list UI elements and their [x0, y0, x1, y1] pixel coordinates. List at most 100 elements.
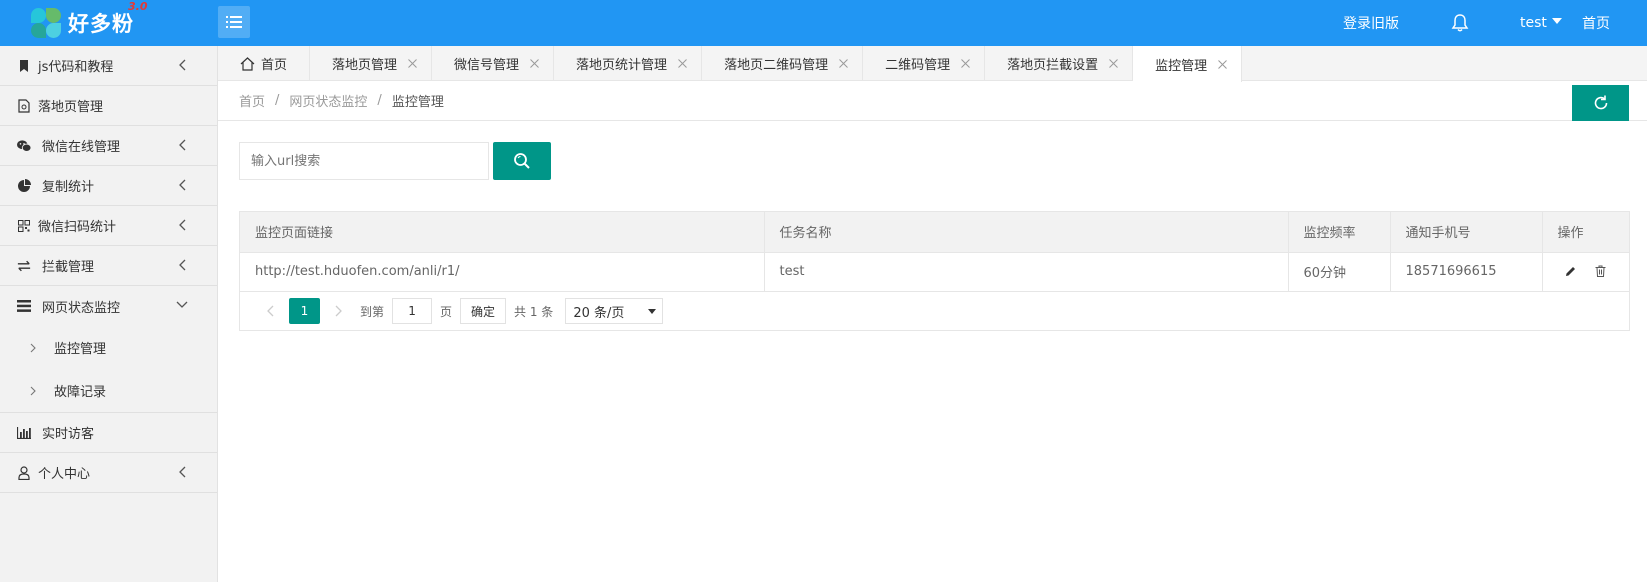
column-header-phone[interactable]: 通知手机号	[1390, 212, 1543, 253]
home-icon	[240, 56, 256, 72]
sidebar-subitem-monitor-manage[interactable]: 监控管理	[0, 326, 217, 369]
tab-label: 落地页拦截设置	[1007, 58, 1099, 73]
sidebar-item-label: 实时访客	[42, 427, 95, 442]
breadcrumb: 首页 / 网页状态监控 / 监控管理	[218, 81, 1647, 121]
sidebar-item-copy-stats[interactable]: 复制统计	[0, 166, 217, 206]
prev-page-icon[interactable]	[257, 298, 283, 324]
page-size-select[interactable]: 20 条/页	[565, 298, 664, 324]
close-icon[interactable]	[1217, 59, 1227, 69]
sidebar-subitem-fault-records[interactable]: 故障记录	[0, 369, 217, 412]
pie-chart-icon	[17, 178, 31, 193]
tab-qrcode[interactable]: 二维码管理	[863, 46, 986, 81]
tab-landing-intercept[interactable]: 落地页拦截设置	[985, 46, 1134, 81]
user-icon	[17, 465, 31, 480]
tab-landing-stats[interactable]: 落地页统计管理	[554, 46, 703, 81]
tab-label: 二维码管理	[885, 58, 951, 73]
tab-home[interactable]: 首页	[218, 46, 311, 81]
header-home-link[interactable]: 首页	[1582, 0, 1610, 46]
document-icon	[17, 98, 31, 113]
chevron-left-icon	[175, 218, 189, 232]
user-menu[interactable]: test	[1520, 0, 1562, 46]
page-size-value: 20 条/页	[573, 305, 625, 321]
sidebar-item-landing-page[interactable]: 落地页管理	[0, 86, 217, 126]
breadcrumb-home[interactable]: 首页	[239, 91, 265, 110]
sidebar-subitem-label: 故障记录	[54, 385, 107, 400]
next-page-icon[interactable]	[326, 298, 352, 324]
sidebar-item-page-monitor[interactable]: 网页状态监控	[0, 286, 217, 326]
tab-label: 落地页统计管理	[576, 58, 668, 73]
close-icon[interactable]	[407, 59, 417, 69]
bookmark-icon	[17, 59, 31, 73]
tab-monitor-manage[interactable]: 监控管理	[1133, 46, 1243, 82]
cell-phone: 18571696615	[1390, 252, 1543, 292]
search-button[interactable]	[493, 142, 551, 180]
close-icon[interactable]	[529, 59, 539, 69]
old-version-link[interactable]: 登录旧版	[1343, 0, 1399, 46]
list-icon	[17, 299, 31, 313]
goto-confirm-button[interactable]: 确定	[460, 298, 507, 324]
sidebar-item-label: 网页状态监控	[42, 300, 121, 316]
menu-icon	[226, 16, 242, 28]
top-header: 好多粉 3.0 登录旧版 test 首页	[0, 0, 1647, 46]
notification-button[interactable]	[1450, 0, 1470, 46]
sidebar-item-wechat-online[interactable]: 微信在线管理	[0, 126, 217, 166]
chevron-left-icon	[175, 138, 189, 152]
bar-chart-icon	[17, 426, 31, 440]
current-page-button[interactable]: 1	[289, 298, 320, 324]
table-row: http://test.hduofen.com/anli/r1/ test 60…	[240, 252, 1629, 292]
edit-icon[interactable]	[1563, 263, 1579, 279]
sidebar-item-wechat-scan-stats[interactable]: 微信扫码统计	[0, 206, 217, 246]
table-header-row: 监控页面链接 任务名称 监控频率 通知手机号 操作	[240, 212, 1629, 253]
tab-landing-page[interactable]: 落地页管理	[310, 46, 433, 81]
search-icon	[514, 153, 530, 169]
sidebar-item-intercept[interactable]: 拦截管理	[0, 246, 217, 286]
tab-label: 首页	[261, 58, 288, 73]
column-header-frequency[interactable]: 监控频率	[1288, 212, 1391, 253]
tab-landing-qrcode[interactable]: 落地页二维码管理	[702, 46, 864, 81]
close-icon[interactable]	[960, 59, 970, 69]
wechat-icon	[17, 139, 31, 153]
monitor-table: 监控页面链接 任务名称 监控频率 通知手机号 操作 http://test.hd…	[239, 211, 1630, 331]
search-input[interactable]	[239, 142, 489, 180]
cell-url: http://test.hduofen.com/anli/r1/	[240, 252, 765, 292]
close-icon[interactable]	[1108, 59, 1118, 69]
breadcrumb-page-monitor[interactable]: 网页状态监控	[289, 91, 367, 110]
chevron-left-icon	[175, 178, 189, 192]
breadcrumb-current: 监控管理	[391, 95, 444, 110]
goto-label: 到第	[360, 304, 385, 319]
chevron-left-icon	[175, 58, 189, 72]
chevron-right-icon	[30, 386, 40, 396]
cell-actions	[1542, 252, 1629, 292]
column-header-task[interactable]: 任务名称	[764, 212, 1289, 253]
tab-wechat-account[interactable]: 微信号管理	[432, 46, 555, 81]
refresh-button[interactable]	[1572, 85, 1629, 121]
user-name: test	[1520, 15, 1547, 31]
sidebar: js代码和教程 落地页管理 微信在线管理 复制统计 微信扫码统计 拦截管理 网页…	[0, 46, 218, 582]
sidebar-item-label: 微信扫码统计	[38, 220, 117, 235]
transfer-icon	[17, 259, 31, 273]
sidebar-item-js-tutorial[interactable]: js代码和教程	[0, 46, 217, 86]
goto-page-input[interactable]	[392, 298, 433, 324]
tab-bar: 首页 落地页管理 微信号管理 落地页统计管理 落地页二维码管理 二维码管理 落地…	[218, 46, 1647, 82]
sidebar-item-label: 微信在线管理	[42, 140, 121, 155]
close-icon[interactable]	[838, 59, 848, 69]
logo[interactable]: 好多粉 3.0	[28, 0, 148, 42]
breadcrumb-separator: /	[275, 93, 280, 108]
close-icon[interactable]	[677, 59, 687, 69]
caret-down-icon	[1551, 18, 1562, 24]
trash-icon[interactable]	[1593, 263, 1609, 279]
qrcode-icon	[17, 219, 31, 233]
logo-version: 3.0	[128, 0, 148, 13]
tab-label: 微信号管理	[454, 58, 520, 73]
sidebar-item-profile[interactable]: 个人中心	[0, 453, 217, 493]
sidebar-item-label: 个人中心	[38, 467, 91, 482]
pagination: 1 到第 页 确定 共 1 条 20 条/页	[257, 298, 664, 324]
sidebar-subitem-label: 监控管理	[54, 342, 107, 357]
page-unit-label: 页	[440, 304, 453, 319]
refresh-icon	[1594, 95, 1607, 110]
chevron-down-icon	[175, 298, 189, 312]
column-header-url[interactable]: 监控页面链接	[240, 212, 765, 253]
tab-label: 落地页管理	[332, 58, 398, 73]
menu-toggle-button[interactable]	[218, 6, 250, 38]
sidebar-item-realtime-visitors[interactable]: 实时访客	[0, 413, 217, 453]
